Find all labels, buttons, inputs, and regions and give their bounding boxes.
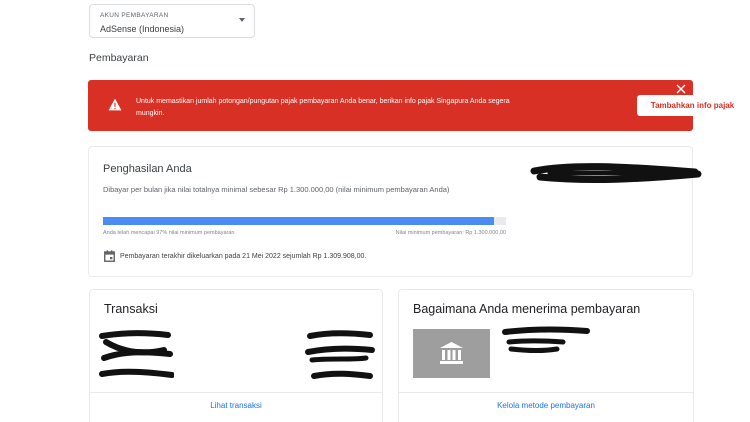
payment-method-card: Bagaimana Anda menerima pembayaran Kelol… [398,289,694,422]
earnings-progress-fill [103,217,494,225]
calendar-icon [104,250,115,262]
account-selector[interactable]: AKUN PEMBAYARAN AdSense (Indonesia) [89,4,255,38]
progress-label-left: Anda telah mencapai 97% nilai minimum pe… [103,230,235,236]
warning-icon [108,98,122,111]
redacted-earnings-amount [530,163,702,184]
bank-icon [413,329,490,378]
transactions-divider [90,392,382,393]
view-transactions-link[interactable]: Lihat transaksi [90,401,382,410]
account-selector-value: AdSense (Indonesia) [100,24,185,34]
transactions-card: Transaksi Lihat transaksi [89,289,383,422]
payment-method-divider [399,392,693,393]
chevron-down-icon [239,18,245,22]
manage-payment-methods-link[interactable]: Kelola metode pembayaran [399,401,693,410]
last-payment-text: Pembayaran terakhir dikeluarkan pada 21 … [120,253,367,260]
page-title: Pembayaran [89,52,149,64]
progress-label-right: Nilai minimum pembayaran: Rp 1.300.000,0… [395,230,506,236]
account-selector-label: AKUN PEMBAYARAN [100,12,169,19]
payment-method-title: Bagaimana Anda menerima pembayaran [413,302,641,316]
close-icon[interactable] [676,84,686,94]
redacted-transaction-amount [305,330,375,379]
add-tax-info-button[interactable]: Tambahkan info pajak [637,95,748,116]
transactions-title: Transaksi [104,302,158,316]
tax-info-alert: Untuk memastikan jumlah potongan/punguta… [88,80,748,131]
redacted-bank-details [502,326,590,353]
earnings-title: Penghasilan Anda [103,163,192,175]
alert-message: Untuk memastikan jumlah potongan/punguta… [136,98,510,117]
redacted-transaction-date [99,330,174,378]
earnings-subtitle: Dibayar per bulan jika nilai totalnya mi… [103,185,450,194]
earnings-progress-bar [103,217,506,225]
